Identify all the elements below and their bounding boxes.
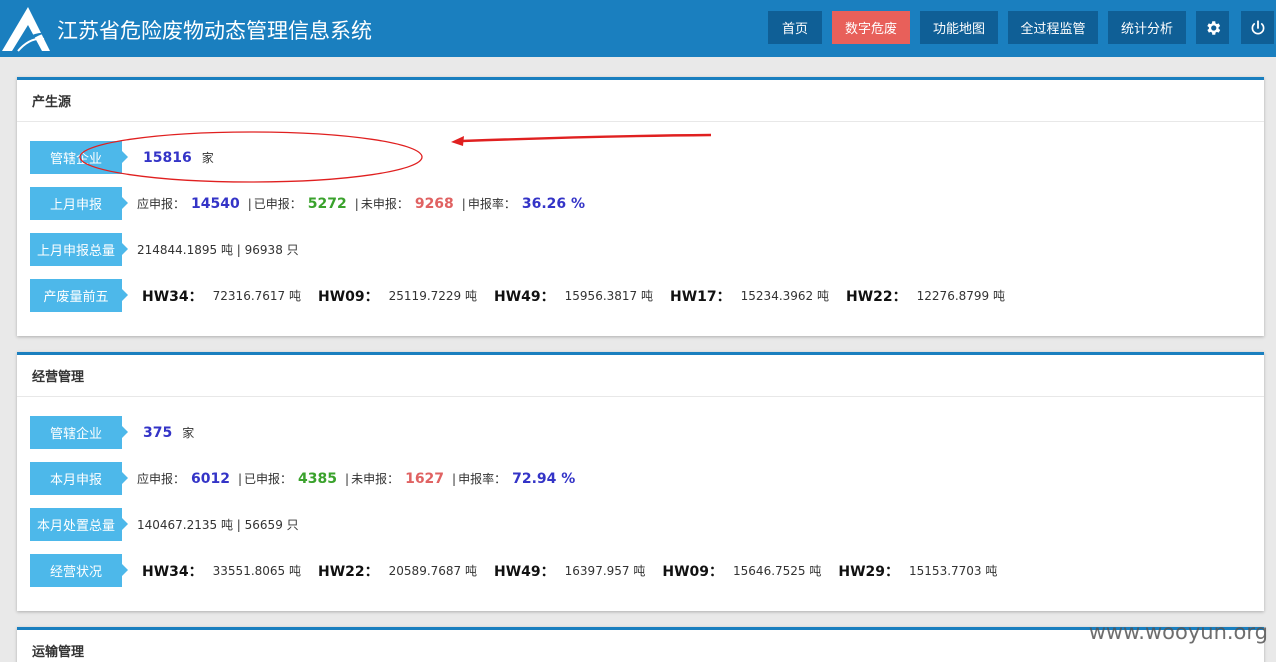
pending-report-value: 1627 bbox=[405, 470, 445, 487]
waste-code: HW49： bbox=[494, 288, 555, 305]
report-rate-value: 72.94 % bbox=[512, 470, 576, 487]
waste-code: HW22： bbox=[318, 563, 379, 580]
should-report-value: 6012 bbox=[191, 470, 230, 487]
waste-amount: 20589.7687 吨 bbox=[388, 564, 477, 578]
waste-amount: 12276.8799 吨 bbox=[916, 289, 1005, 303]
top-header: 江苏省危险废物动态管理信息系统 首页 数字危废 功能地图 全过程监管 统计分析 bbox=[0, 0, 1276, 57]
app-title: 江苏省危险废物动态管理信息系统 bbox=[57, 19, 372, 43]
done-report-value: 5272 bbox=[307, 195, 347, 212]
waste-code: HW29： bbox=[838, 563, 900, 580]
should-report-label: 应申报： bbox=[137, 472, 186, 486]
watermark: www.wooyun.org bbox=[1088, 620, 1268, 644]
transport-panel: 运输管理 bbox=[17, 627, 1264, 662]
waste-code: HW34： bbox=[142, 563, 203, 580]
row-label: 上月申报 bbox=[30, 187, 128, 220]
pending-report-value: 9268 bbox=[414, 195, 454, 212]
managed-count: 375 bbox=[143, 424, 173, 441]
row-label: 产废量前五 bbox=[30, 279, 128, 312]
waste-amount: 16397.957 吨 bbox=[564, 564, 646, 578]
panel-title: 经营管理 bbox=[17, 355, 1264, 397]
total-row: 本月处置总量 140467.2135 吨 | 56659 只 bbox=[30, 508, 299, 541]
gear-icon bbox=[1206, 20, 1220, 35]
waste-code: HW17： bbox=[670, 288, 731, 305]
waste-code: HW09： bbox=[662, 563, 724, 580]
managed-row: 管辖企业 375 家 bbox=[30, 416, 194, 449]
waste-code: HW09： bbox=[318, 288, 379, 305]
producer-panel: 产生源 管辖企业 15816 家 上月申报 应申报： 14540 | 已申报： … bbox=[17, 77, 1264, 336]
should-report-label: 应申报： bbox=[137, 197, 186, 211]
report-rate-label: 申报率： bbox=[467, 197, 516, 211]
row-label: 上月申报总量 bbox=[30, 233, 128, 266]
nav-digital-waste[interactable]: 数字危废 bbox=[832, 11, 910, 44]
logout-button[interactable] bbox=[1241, 11, 1274, 44]
waste-amount: 15646.7525 吨 bbox=[733, 564, 822, 578]
should-report-value: 14540 bbox=[191, 195, 240, 212]
panel-title: 产生源 bbox=[17, 80, 1264, 122]
waste-code: HW34： bbox=[142, 288, 203, 305]
nav-function-map[interactable]: 功能地图 bbox=[920, 11, 998, 44]
report-rate-label: 申报率： bbox=[458, 472, 507, 486]
report-rate-value: 36.26 % bbox=[521, 195, 586, 212]
waste-amount: 15956.3817 吨 bbox=[564, 289, 653, 303]
pending-report-label: 未申报： bbox=[360, 197, 409, 211]
nav-statistics[interactable]: 统计分析 bbox=[1108, 11, 1186, 44]
nav-home[interactable]: 首页 bbox=[768, 11, 822, 44]
status-row: 经营状况 HW34： 33551.8065 吨 HW22： 20589.7687… bbox=[30, 554, 1009, 587]
waste-amount: 15234.3962 吨 bbox=[740, 289, 829, 303]
waste-code: HW22： bbox=[846, 288, 907, 305]
total-row: 上月申报总量 214844.1895 吨 | 96938 只 bbox=[30, 233, 299, 266]
waste-code: HW49： bbox=[494, 563, 555, 580]
pending-report-label: 未申报： bbox=[351, 472, 400, 486]
waste-amount: 33551.8065 吨 bbox=[212, 564, 301, 578]
row-label: 管辖企业 bbox=[30, 416, 128, 449]
waste-amount: 15153.7703 吨 bbox=[909, 564, 998, 578]
waste-amount: 72316.7617 吨 bbox=[212, 289, 301, 303]
row-label: 本月申报 bbox=[30, 462, 128, 495]
row-label: 经营状况 bbox=[30, 554, 128, 587]
logo-icon bbox=[2, 7, 50, 52]
waste-amount: 25119.7229 吨 bbox=[388, 289, 477, 303]
operation-panel: 经营管理 管辖企业 375 家 本月申报 应申报： 6012 | 已申报： 43… bbox=[17, 352, 1264, 611]
settings-button[interactable] bbox=[1196, 11, 1229, 44]
total-value: 214844.1895 吨 | 96938 只 bbox=[137, 243, 299, 257]
managed-row: 管辖企业 15816 家 bbox=[30, 141, 214, 174]
done-report-label: 已申报： bbox=[244, 472, 293, 486]
unit-label: 家 bbox=[201, 151, 214, 165]
row-label: 本月处置总量 bbox=[30, 508, 128, 541]
row-label: 管辖企业 bbox=[30, 141, 128, 174]
top5-row: 产废量前五 HW34： 72316.7617 吨 HW09： 25119.722… bbox=[30, 279, 1017, 312]
total-value: 140467.2135 吨 | 56659 只 bbox=[137, 518, 299, 532]
done-report-label: 已申报： bbox=[253, 197, 302, 211]
power-icon bbox=[1251, 19, 1264, 35]
done-report-value: 4385 bbox=[298, 470, 338, 487]
managed-count: 15816 bbox=[143, 149, 192, 166]
nav-process-supervision[interactable]: 全过程监管 bbox=[1008, 11, 1098, 44]
unit-label: 家 bbox=[182, 426, 195, 440]
report-row: 上月申报 应申报： 14540 | 已申报： 5272 | 未申报： 9268 … bbox=[30, 187, 591, 220]
report-row: 本月申报 应申报： 6012 | 已申报： 4385 | 未申报： 1627 |… bbox=[30, 462, 581, 495]
panel-title: 运输管理 bbox=[17, 630, 1264, 662]
